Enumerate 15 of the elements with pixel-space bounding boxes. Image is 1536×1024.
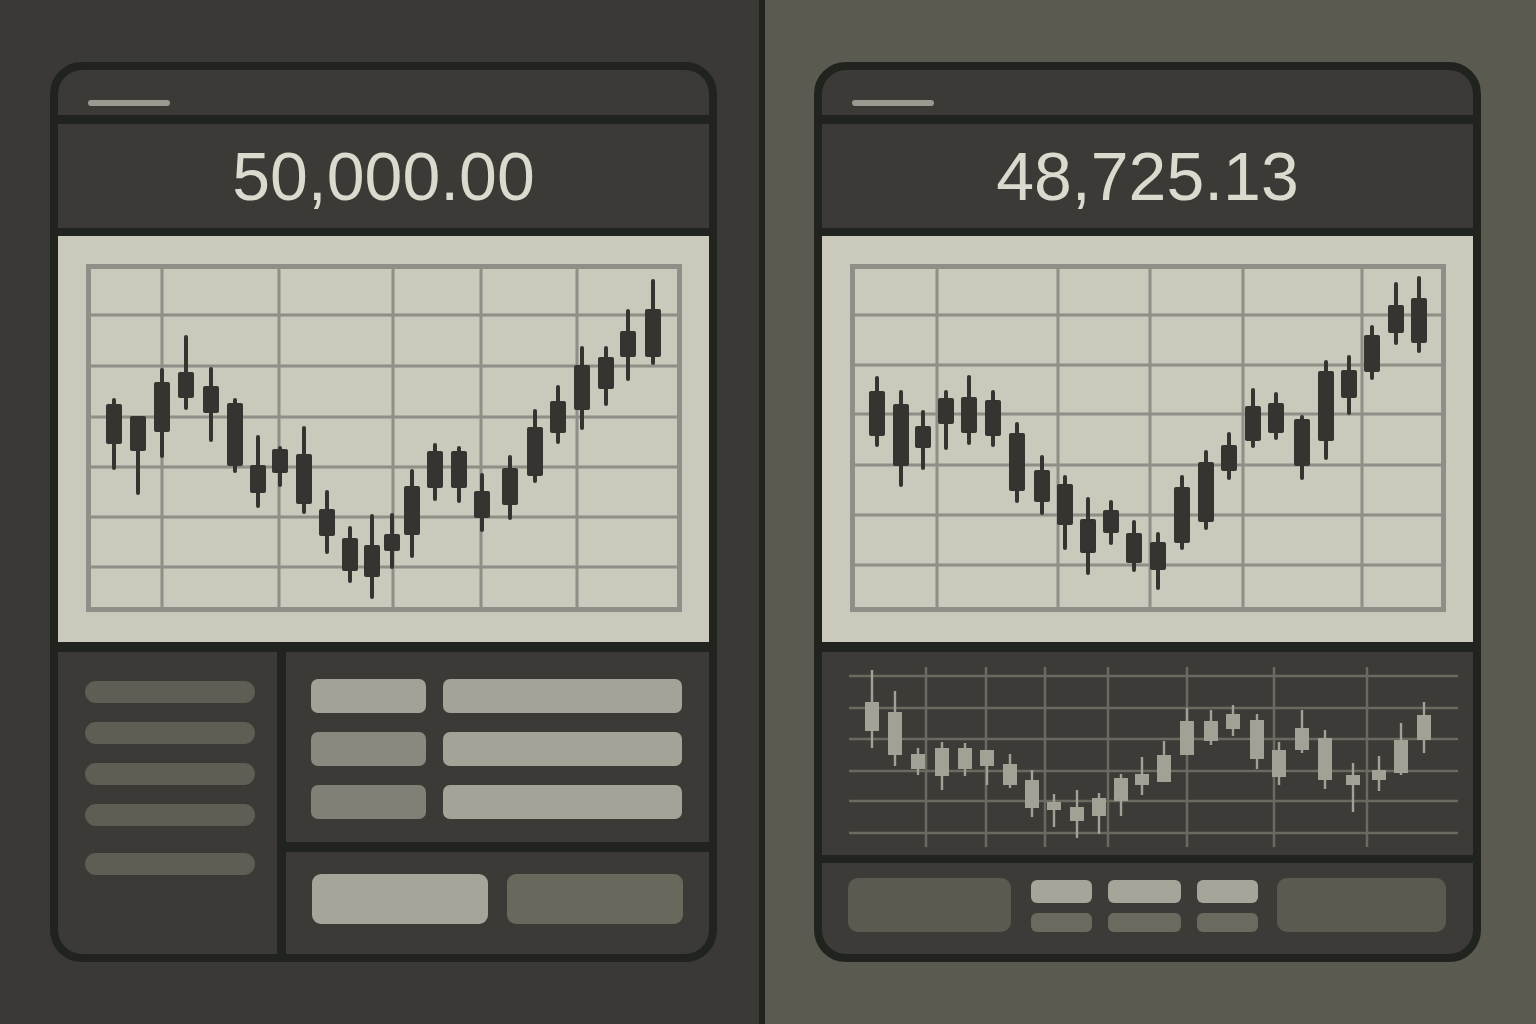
- option-button[interactable]: [1108, 913, 1181, 932]
- price-value: 50,000.00: [232, 142, 535, 210]
- action-button[interactable]: [848, 878, 1011, 932]
- action-button[interactable]: [507, 874, 683, 924]
- input-field[interactable]: [443, 732, 682, 766]
- action-button[interactable]: [1277, 878, 1446, 932]
- option-button[interactable]: [1031, 880, 1092, 903]
- option-button[interactable]: [1108, 880, 1181, 903]
- price-value: 48,725.13: [996, 142, 1299, 210]
- input-field[interactable]: [443, 785, 682, 819]
- option-button[interactable]: [1197, 880, 1258, 903]
- option-button[interactable]: [1197, 913, 1258, 932]
- action-button[interactable]: [312, 874, 488, 924]
- option-button[interactable]: [1031, 913, 1092, 932]
- input-field[interactable]: [443, 679, 682, 713]
